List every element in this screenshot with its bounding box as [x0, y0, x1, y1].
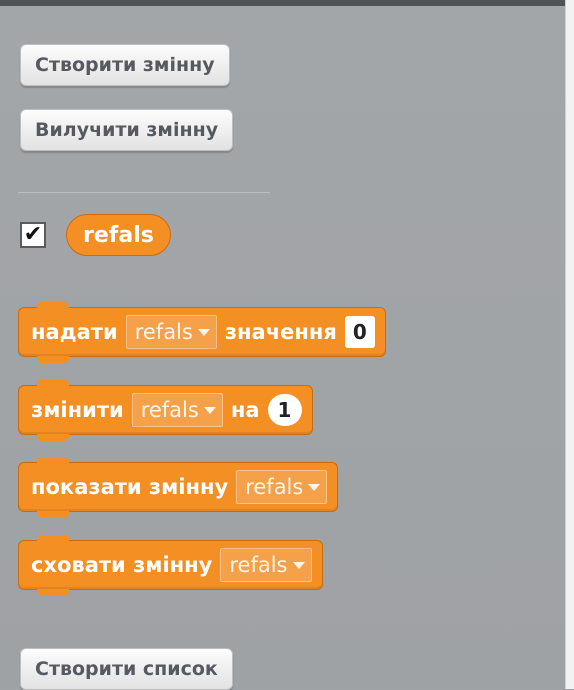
delete-variable-label: Вилучити змінну — [35, 119, 219, 141]
hide-variable-block[interactable]: сховати змінну refals — [18, 535, 323, 596]
hide-block-label: сховати змінну — [31, 553, 213, 577]
set-block-label: надати — [31, 320, 118, 344]
palette-divider — [18, 192, 270, 193]
change-block-label2: на — [230, 398, 260, 422]
set-variable-block[interactable]: надати refals значення 0 — [18, 302, 386, 363]
change-dropdown-value: refals — [140, 398, 199, 422]
create-variable-button[interactable]: Створити змінну — [20, 44, 230, 86]
change-variable-dropdown[interactable]: refals — [131, 393, 223, 427]
create-list-label: Створити список — [35, 658, 218, 680]
dropdown-arrow-icon — [197, 328, 210, 336]
set-block-label2: значення — [224, 320, 337, 344]
set-value-input[interactable]: 0 — [344, 316, 375, 348]
dropdown-arrow-icon — [308, 483, 321, 491]
delete-variable-button[interactable]: Вилучити змінну — [20, 109, 234, 151]
set-variable-dropdown[interactable]: refals — [125, 315, 217, 349]
hide-variable-dropdown[interactable]: refals — [220, 548, 312, 582]
variable-reporter-label: refals — [83, 222, 154, 248]
dropdown-arrow-icon — [292, 561, 305, 569]
dropdown-arrow-icon — [203, 406, 216, 414]
show-variable-block[interactable]: показати змінну refals — [18, 457, 339, 518]
checkmark-icon: ✔ — [23, 222, 43, 247]
hide-dropdown-value: refals — [229, 553, 288, 577]
variable-visibility-checkbox[interactable]: ✔ — [20, 222, 46, 248]
create-list-button[interactable]: Створити список — [20, 648, 233, 690]
show-dropdown-value: refals — [245, 475, 304, 499]
variables-palette: Створити змінну Вилучити змінну ✔ refals… — [0, 0, 574, 690]
create-variable-label: Створити змінну — [35, 54, 215, 76]
change-value-input[interactable]: 1 — [267, 394, 302, 426]
change-block-label: змінити — [31, 398, 124, 422]
set-dropdown-value: refals — [134, 320, 193, 344]
change-variable-block[interactable]: змінити refals на 1 — [18, 380, 313, 441]
show-block-label: показати змінну — [31, 475, 229, 499]
variable-reporter-block[interactable]: refals — [66, 214, 171, 256]
palette-scroll-edge — [565, 0, 574, 689]
show-variable-dropdown[interactable]: refals — [236, 470, 328, 504]
